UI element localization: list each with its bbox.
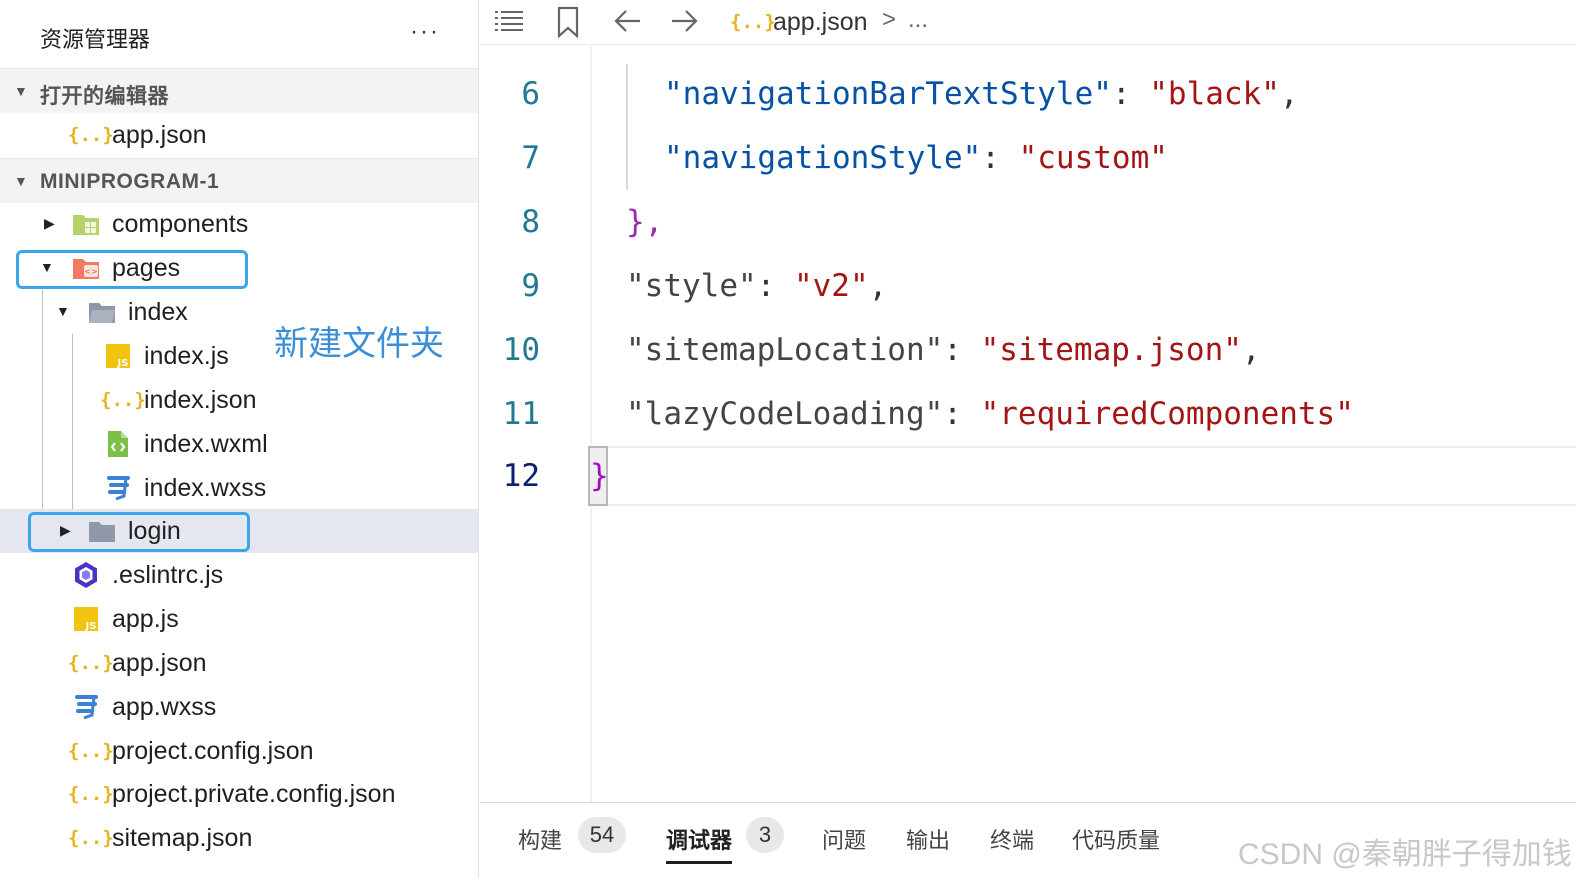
- code-line: }: [590, 458, 609, 494]
- wxss-file-icon: [104, 474, 132, 502]
- open-editor-item[interactable]: {..} app.json: [0, 113, 478, 157]
- tree-item-label: components: [112, 210, 249, 238]
- bookmark-icon[interactable]: [556, 6, 580, 45]
- js-file-icon: JS: [72, 605, 100, 633]
- chevron-down-icon: ▼: [14, 173, 28, 189]
- tree-item-label: index.wxss: [144, 474, 267, 502]
- wxss-file-icon: [72, 693, 100, 721]
- project-section[interactable]: ▼ MINIPROGRAM-1: [0, 158, 478, 203]
- tree-item-sitemap[interactable]: {..} sitemap.json: [0, 816, 478, 860]
- explorer-sidebar: 资源管理器 ··· ▼ 打开的编辑器 {..} app.json ▼ MINIP…: [0, 0, 479, 878]
- back-arrow-icon[interactable]: [614, 8, 642, 41]
- tree-item-project-private-config[interactable]: {..} project.private.config.json: [0, 772, 478, 816]
- components-folder-icon: [72, 210, 100, 238]
- open-editors-section[interactable]: ▼ 打开的编辑器: [0, 68, 478, 113]
- tree-item-label: .eslintrc.js: [112, 561, 224, 589]
- tree-item-label: index.json: [144, 386, 257, 414]
- annotation-box-pages: [16, 250, 248, 289]
- tree-item-label: app.json: [112, 649, 207, 677]
- tab-code-quality[interactable]: 代码质量: [1072, 823, 1160, 855]
- tree-item-index-json[interactable]: {..} index.json: [0, 378, 478, 422]
- tree-item-label: index.js: [144, 342, 229, 370]
- tab-terminal[interactable]: 终端: [990, 823, 1034, 855]
- json-file-icon: {..}: [68, 652, 114, 674]
- tree-item-label: app.wxss: [112, 693, 217, 721]
- line-number: 9: [521, 268, 540, 304]
- tree-item-app-json[interactable]: {..} app.json: [0, 641, 478, 685]
- tree-item-label: index: [128, 298, 188, 326]
- json-file-icon: {..}: [68, 827, 114, 849]
- build-count-badge: 54: [578, 817, 626, 853]
- tab-build[interactable]: 构建: [518, 823, 562, 855]
- breadcrumb-more[interactable]: ...: [908, 6, 928, 34]
- tree-item-app-wxss[interactable]: app.wxss: [0, 685, 478, 729]
- current-line-highlight: [590, 446, 1576, 506]
- json-file-icon: {..}: [100, 389, 146, 411]
- chevron-down-icon: ▼: [14, 83, 28, 99]
- breadcrumb-separator: >: [882, 6, 897, 33]
- json-file-icon: {..}: [68, 124, 114, 146]
- code-line: },: [626, 204, 664, 240]
- debugger-count-badge: 3: [746, 817, 784, 853]
- tree-item-label: sitemap.json: [112, 824, 253, 852]
- code-line: "sitemapLocation": "sitemap.json",: [626, 332, 1261, 368]
- tree-item-label: project.config.json: [112, 737, 314, 765]
- line-number: 7: [521, 140, 540, 176]
- line-number: 10: [502, 332, 540, 368]
- tree-item-app-js[interactable]: JS app.js: [0, 597, 478, 641]
- indent-guide: [626, 64, 628, 190]
- tree-item-index-wxml[interactable]: index.wxml: [0, 422, 478, 466]
- editor-toolbar: {..} app.json > ...: [480, 0, 1576, 45]
- breadcrumb-file[interactable]: app.json: [773, 8, 868, 37]
- line-number: 6: [521, 76, 540, 112]
- project-label: MINIPROGRAM-1: [40, 170, 220, 193]
- chevron-right-icon: ▶: [44, 215, 55, 231]
- chevron-down-icon: ▼: [56, 303, 70, 319]
- line-number: 12: [502, 458, 540, 494]
- svg-text:JS: JS: [85, 621, 97, 632]
- json-file-icon: {..}: [68, 740, 114, 762]
- tab-debugger[interactable]: 调试器: [666, 823, 732, 855]
- open-editors-label: 打开的编辑器: [40, 85, 169, 108]
- explorer-header: 资源管理器 ···: [0, 0, 478, 68]
- code-line: "navigationStyle": "custom": [664, 140, 1168, 176]
- more-actions-icon[interactable]: ···: [410, 18, 440, 46]
- bottom-panel: 构建 54 调试器 3 问题 输出 终端 代码质量 CSDN @秦朝胖子得加钱: [480, 802, 1576, 879]
- tab-problems[interactable]: 问题: [822, 823, 866, 855]
- gutter-border: [590, 46, 592, 802]
- js-file-icon: JS: [104, 342, 132, 370]
- active-tab-indicator: [666, 861, 732, 864]
- tab-output[interactable]: 输出: [906, 823, 950, 855]
- forward-arrow-icon[interactable]: [670, 8, 698, 41]
- annotation-box-login: [28, 512, 250, 552]
- tree-item-eslintrc[interactable]: .eslintrc.js: [0, 553, 478, 597]
- tree-item-label: index.wxml: [144, 430, 268, 458]
- code-editor[interactable]: 6 "navigationBarTextStyle": "black", 7 "…: [480, 46, 1576, 802]
- line-number: 11: [502, 396, 540, 432]
- svg-text:JS: JS: [117, 358, 129, 369]
- explorer-title: 资源管理器: [40, 27, 151, 52]
- tree-item-project-config[interactable]: {..} project.config.json: [0, 729, 478, 773]
- json-file-icon: {..}: [68, 783, 114, 805]
- wxml-file-icon: [104, 430, 132, 458]
- folder-open-icon: [88, 298, 116, 326]
- eslint-icon: [72, 561, 100, 589]
- tree-item-index-wxss[interactable]: index.wxss: [0, 466, 478, 510]
- code-line: "navigationBarTextStyle": "black",: [664, 76, 1299, 112]
- tree-item-components[interactable]: ▶ components: [0, 202, 478, 246]
- code-line: "style": "v2",: [626, 268, 888, 304]
- file-name: app.json: [112, 121, 207, 149]
- annotation-label: 新建文件夹: [274, 325, 444, 363]
- watermark: CSDN @秦朝胖子得加钱: [1238, 838, 1572, 871]
- outline-list-icon[interactable]: [494, 8, 524, 41]
- code-line: "lazyCodeLoading": "requiredComponents": [626, 396, 1354, 432]
- tree-item-label: app.js: [112, 605, 179, 633]
- line-number: 8: [521, 204, 540, 240]
- json-file-icon: {..}: [730, 11, 776, 33]
- tree-item-label: project.private.config.json: [112, 780, 396, 808]
